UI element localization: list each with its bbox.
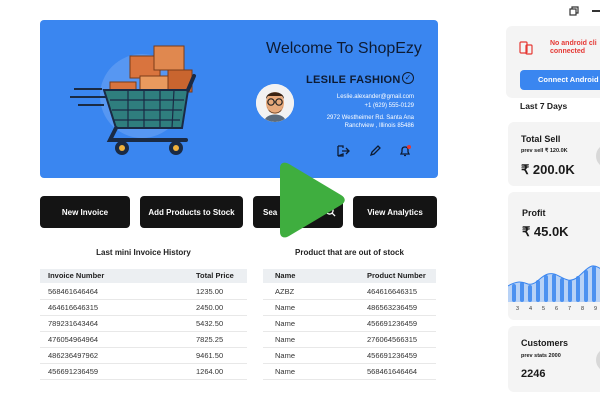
contact-phone: +1 (629) 555-0129 [364, 103, 414, 109]
profile-avatar-icon [256, 84, 294, 122]
table-row[interactable]: Name 486563236459 [263, 300, 436, 316]
invoice-number-cell: 464616646315 [48, 303, 99, 312]
table-row[interactable]: 568461646464 1235.00 [40, 284, 247, 300]
customers-indicator [596, 348, 600, 372]
product-name-cell: Name [275, 303, 296, 312]
welcome-banner: Welcome To ShopEzy LESILE FASHION ✓ Lesl… [40, 20, 438, 178]
customers-card[interactable]: Customers prev stats 2000 2246 [508, 326, 600, 392]
axis-label: 8 [581, 306, 585, 312]
invoice-number-cell: 486236497962 [48, 351, 99, 360]
axis-label: 9 [594, 306, 598, 312]
period-label: Last 7 Days [520, 101, 568, 111]
android-connection-panel: No android cli connected Connect Android [506, 26, 600, 98]
axis-label: 6 [555, 306, 559, 312]
verified-check-icon: ✓ [402, 72, 414, 84]
add-products-button[interactable]: Add Products to Stock [140, 196, 243, 228]
out-of-stock-table-header: Name Product Number [263, 269, 436, 283]
column-header-total-price: Total Price [196, 271, 234, 280]
table-row[interactable]: 456691236459 1264.00 [40, 364, 247, 380]
minimize-window-icon[interactable] [592, 10, 600, 12]
contact-email: Leslie.alexander@gmail.com [336, 94, 414, 100]
product-number-cell: 276064566315 [367, 335, 418, 344]
axis-label: 7 [568, 306, 572, 312]
invoice-history-title: Last mini Invoice History [96, 248, 191, 257]
column-header-invoice-number: Invoice Number [48, 271, 105, 280]
total-sell-prev: prev sell ₹ 120.0K [521, 148, 568, 154]
product-number-cell: 486563236459 [367, 303, 418, 312]
avatar[interactable] [256, 84, 294, 122]
table-row[interactable]: 789231643464 5432.50 [40, 316, 247, 332]
invoice-number-cell: 789231643464 [48, 319, 99, 328]
android-status-line1: No android cli [550, 40, 597, 47]
total-price-cell: 1264.00 [196, 367, 224, 376]
shopping-cart-illustration [70, 45, 196, 155]
table-row[interactable]: 486236497962 9461.50 [40, 348, 247, 364]
axis-label: 3 [516, 306, 520, 312]
total-sell-card[interactable]: Total Sell prev sell ₹ 120.0K ₹ 200.0K [508, 122, 600, 186]
total-price-cell: 5432.50 [196, 319, 224, 328]
new-invoice-button[interactable]: New Invoice [40, 196, 130, 228]
invoice-number-cell: 476054964964 [48, 335, 99, 344]
customers-title: Customers [521, 338, 569, 348]
product-name-cell: Name [275, 335, 296, 344]
notification-bell-icon[interactable] [398, 144, 412, 158]
connect-android-button[interactable]: Connect Android [520, 70, 600, 90]
total-sell-value: ₹ 200.0K [521, 162, 575, 177]
product-name-cell: Name [275, 319, 296, 328]
profit-title: Profit [522, 208, 546, 218]
total-price-cell: 7825.25 [196, 335, 224, 344]
contact-address-line2: Ranchview , Illinois 85486 [344, 123, 414, 129]
android-status-line2: connected [550, 48, 586, 55]
total-sell-indicator [596, 144, 600, 168]
customers-value: 2246 [521, 368, 546, 380]
contact-address-line1: 2972 Westheimer Rd. Santa Ana [326, 115, 414, 121]
table-row[interactable]: 464616646315 2450.00 [40, 300, 247, 316]
table-row[interactable]: Name 568461646464 [263, 364, 436, 380]
profit-card[interactable]: Profit ₹ 45.0K 3 4 5 6 7 8 9 [508, 192, 600, 320]
table-row[interactable]: AZBZ 464616646315 [263, 284, 436, 300]
product-number-cell: 568461646464 [367, 367, 418, 376]
profit-axis-labels: 3 4 5 6 7 8 9 [508, 306, 600, 314]
axis-label: 4 [529, 306, 533, 312]
store-name: LESILE FASHION [306, 74, 401, 86]
table-row[interactable]: Name 456691236459 [263, 316, 436, 332]
out-of-stock-title: Product that are out of stock [295, 248, 404, 257]
profit-value: ₹ 45.0K [522, 224, 569, 239]
logout-icon[interactable] [336, 144, 350, 158]
total-price-cell: 9461.50 [196, 351, 224, 360]
column-header-name: Name [275, 271, 296, 280]
view-analytics-button[interactable]: View Analytics [353, 196, 437, 228]
table-row[interactable]: 476054964964 7825.25 [40, 332, 247, 348]
column-header-product-number: Product Number [367, 271, 426, 280]
play-icon[interactable] [274, 162, 346, 238]
invoice-table-header: Invoice Number Total Price [40, 269, 247, 283]
customers-prev: prev stats 2000 [521, 353, 561, 359]
product-name-cell: Name [275, 351, 296, 360]
product-number-cell: 456691236459 [367, 351, 418, 360]
product-number-cell: 464616646315 [367, 287, 418, 296]
invoice-number-cell: 568461646464 [48, 287, 99, 296]
restore-window-icon[interactable] [569, 6, 579, 16]
product-number-cell: 456691236459 [367, 319, 418, 328]
profit-sparkline-chart [508, 265, 600, 302]
total-price-cell: 1235.00 [196, 287, 224, 296]
table-row[interactable]: Name 276064566315 [263, 332, 436, 348]
invoice-number-cell: 456691236459 [48, 367, 99, 376]
welcome-title: Welcome To ShopEzy [266, 40, 422, 57]
total-sell-title: Total Sell [521, 134, 561, 144]
phone-disconnected-icon [519, 41, 533, 55]
total-price-cell: 2450.00 [196, 303, 224, 312]
product-name-cell: AZBZ [275, 287, 295, 296]
product-name-cell: Name [275, 367, 296, 376]
table-row[interactable]: Name 456691236459 [263, 348, 436, 364]
edit-icon[interactable] [368, 144, 382, 158]
axis-label: 5 [542, 306, 546, 312]
